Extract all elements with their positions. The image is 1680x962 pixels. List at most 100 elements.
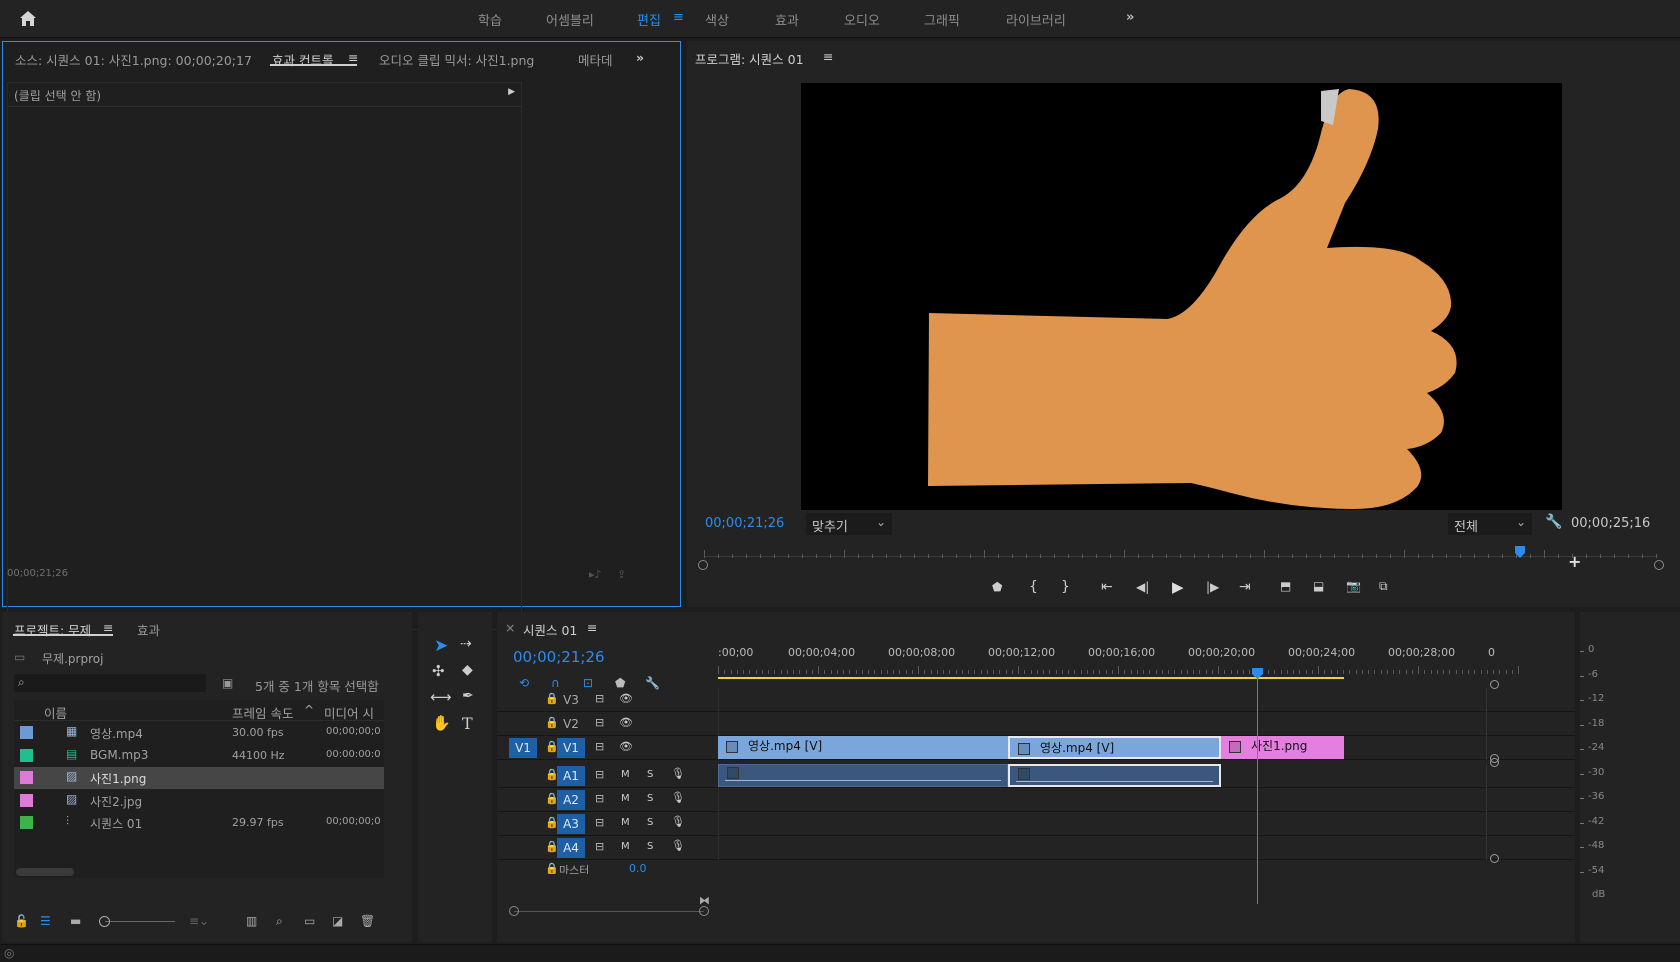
razor-tool-icon[interactable]: ◆ [462,662,473,678]
list-item[interactable]: ▨ 사진1.png [14,767,384,789]
eye-icon[interactable]: 👁 [619,740,633,753]
tab-effects[interactable]: 효과 [137,620,160,639]
track-target-v2[interactable]: V2 [557,714,585,734]
step-forward-icon[interactable]: |▶ [1206,580,1219,594]
master-volume[interactable]: 0.0 [629,862,647,874]
program-video-frame[interactable] [801,83,1562,510]
scrollbar-handle-right[interactable] [1654,560,1664,570]
mute-button[interactable]: M [621,817,630,828]
step-back-icon[interactable]: ◀| [1136,580,1149,594]
vertical-scroll-handle[interactable] [1490,758,1499,767]
new-bin-icon[interactable]: ▭ [304,914,315,928]
go-to-in-icon[interactable]: ⇤ [1101,579,1113,595]
program-time-ruler[interactable] [698,546,1664,570]
sync-lock-icon[interactable]: ⊟ [595,816,604,829]
zoom-slider-handle[interactable] [99,916,110,927]
vertical-scroll-handle[interactable] [1490,680,1499,689]
type-tool-icon[interactable]: T [462,714,473,733]
timeline-clip[interactable]: 영상.mp4 [V] [1008,736,1221,759]
workspace-audio[interactable]: 오디오 [844,10,880,29]
track-target-a4[interactable]: A4 [557,838,585,858]
comparison-view-icon[interactable]: ⧉ [1379,579,1388,594]
track-target-v1[interactable]: V1 [557,738,585,758]
lock-icon[interactable]: 🔒 [545,862,559,874]
selection-tool-icon[interactable]: ➤ [434,636,448,656]
solo-button[interactable]: S [647,769,653,780]
track-target-a3[interactable]: A3 [557,814,585,834]
program-current-time[interactable]: 00;00;21;26 [705,516,784,531]
track-lane[interactable] [718,812,1486,836]
label-color-swatch[interactable] [20,771,33,784]
sync-lock-icon[interactable]: ⊟ [595,740,604,753]
tab-menu-icon[interactable]: ≡ [348,50,358,65]
track-lane[interactable] [718,788,1486,812]
track-target-a2[interactable]: A2 [557,790,585,810]
mark-in-icon[interactable]: { [1029,579,1038,595]
project-search-input[interactable]: ⌕ [14,674,206,692]
col-fps[interactable]: 프레임 속도 [232,703,293,722]
microphone-icon[interactable]: 🎙 [671,767,685,780]
solo-button[interactable]: S [647,841,653,852]
workspace-learning[interactable]: 학습 [478,10,502,29]
zoom-slider[interactable] [99,916,179,928]
program-menu-icon[interactable]: ≡ [823,49,833,64]
add-button-icon[interactable]: + [1568,552,1581,571]
solo-button[interactable]: S [647,817,653,828]
sort-icons-icon[interactable]: ≡⌄ [189,914,209,928]
workspace-effects[interactable]: 효과 [775,10,799,29]
audio-clip[interactable] [718,764,1008,787]
timeline-clip[interactable]: 영상.mp4 [V] [718,736,1008,759]
play-icon[interactable]: ▶ [1172,578,1184,596]
sequence-menu-icon[interactable]: ≡ [587,620,597,635]
track-lane[interactable] [718,712,1486,736]
track-lane[interactable] [718,688,1486,712]
icon-view-icon[interactable]: ▬ [70,914,81,928]
new-bin-from-search-icon[interactable]: ▣ [222,676,233,690]
eye-icon[interactable]: 👁 [619,692,633,705]
track-target-v3[interactable]: V3 [557,690,585,710]
tab-project[interactable]: 프로젝트: 무제 [14,620,91,639]
timeline-zoom-scrollbar[interactable] [509,906,709,918]
fit-dropdown[interactable]: 맞추기 ⌄ [806,513,892,535]
workspace-libraries[interactable]: 라이브러리 [1006,10,1066,29]
source-patch-v1[interactable]: V1 [509,738,537,758]
mark-out-icon[interactable]: } [1061,579,1070,595]
extract-icon[interactable]: ⬓ [1313,579,1324,593]
tab-metadata[interactable]: 메타데 [578,50,613,69]
scrollbar-handle-left[interactable] [698,560,708,570]
timeline-clip[interactable]: 사진1.png [1221,736,1344,759]
label-color-swatch[interactable] [20,793,33,807]
list-item[interactable]: ▦ 영상.mp4 30.00 fps 00;00;00;0 [14,722,384,744]
workspace-editing[interactable]: 편집 [637,10,661,29]
track-lane[interactable] [718,836,1486,860]
zoom-fit-icon[interactable]: ⧓ [699,894,710,907]
panel-overflow-icon[interactable]: » [636,50,644,65]
microphone-icon[interactable]: 🎙 [671,839,685,852]
trash-icon[interactable]: 🗑 [360,914,375,928]
program-playhead[interactable] [1514,546,1525,558]
tab-effect-controls[interactable]: 효과 컨트롤 [272,50,333,69]
microphone-icon[interactable]: 🎙 [671,815,685,828]
list-item[interactable]: ▤ BGM.mp3 44100 Hz 00:00:00:0 [14,745,384,767]
close-icon[interactable]: × [505,620,515,635]
label-color-swatch[interactable] [20,748,33,762]
col-name[interactable]: 이름 [44,703,67,722]
track-select-tool-icon[interactable]: ⇢ [460,636,472,652]
list-view-icon[interactable]: ☰ [40,914,51,928]
label-color-swatch[interactable] [20,726,33,739]
lift-icon[interactable]: ⬒ [1280,579,1291,593]
tab-source-monitor[interactable]: 소스: 시퀀스 01: 사진1.png: 00;00;20;17 [15,50,252,69]
project-menu-icon[interactable]: ≡ [103,620,113,635]
workspace-color[interactable]: 색상 [705,10,729,29]
home-icon[interactable] [18,9,38,29]
sync-lock-icon[interactable]: ⊟ [595,692,604,705]
solo-button[interactable]: S [647,793,653,804]
mute-button[interactable]: M [621,769,630,780]
label-color-swatch[interactable] [20,816,33,829]
sync-lock-icon[interactable]: ⊟ [595,716,604,729]
work-area-bar[interactable] [718,677,1344,679]
add-marker-icon[interactable]: ⬟ [992,580,1002,594]
list-item[interactable]: ▨ 사진2.jpg [14,790,384,812]
audio-clip[interactable] [1008,764,1221,787]
track-target-a1[interactable]: A1 [557,766,585,786]
